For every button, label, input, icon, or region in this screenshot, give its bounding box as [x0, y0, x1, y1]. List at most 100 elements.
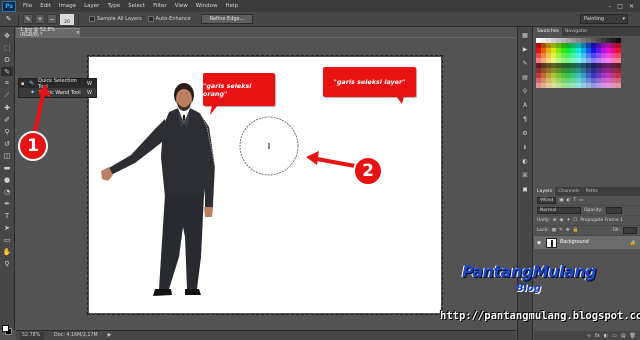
blend-mode-select[interactable]: Normal: [537, 207, 581, 214]
clone-source-panel-icon[interactable]: ⚲: [520, 87, 530, 96]
zoom-level-field[interactable]: 52.78%: [20, 331, 44, 340]
layer-row-background[interactable]: ◉ Background 🔒: [534, 236, 640, 249]
opacity-field[interactable]: [605, 207, 622, 214]
dodge-tool-icon[interactable]: ◔: [1, 187, 13, 196]
checkbox-box[interactable]: [147, 16, 154, 22]
filter-pixel-icon[interactable]: ▣: [559, 198, 563, 203]
paragraph-panel-icon[interactable]: ¶: [520, 115, 530, 124]
rectangle-tool-icon[interactable]: ▭: [1, 235, 13, 244]
new-layer-icon[interactable]: ▤: [621, 333, 626, 339]
history-panel-icon[interactable]: ▦: [520, 31, 530, 40]
zoom-tool-icon[interactable]: ⚲: [1, 259, 13, 268]
menu-layer[interactable]: Layer: [80, 3, 103, 9]
foreground-color-swatch[interactable]: [2, 325, 9, 332]
filter-shape-icon[interactable]: ▭: [579, 198, 583, 203]
crop-tool-icon[interactable]: ⌗: [1, 79, 13, 88]
new-selection-icon[interactable]: ✎: [23, 14, 33, 24]
unify-visibility-icon[interactable]: ◉: [560, 218, 564, 223]
document-tab[interactable]: 1.jpg @ 52,8% (RGB/8) * ×: [16, 28, 80, 38]
lock-position-icon[interactable]: ✥: [566, 228, 570, 233]
menu-edit[interactable]: Edit: [36, 3, 55, 9]
quick-selection-tool-option[interactable]: ▪ ✎ Quick Selection Tool W: [19, 78, 96, 90]
path-selection-tool-icon[interactable]: ➤: [1, 223, 13, 232]
eyedropper-tool-icon[interactable]: ⟋: [1, 91, 13, 100]
auto-enhance-label: Auto-Enhance: [155, 16, 191, 22]
divider: [78, 13, 79, 25]
subtract-from-selection-icon[interactable]: −: [47, 14, 57, 24]
filter-adjustment-icon[interactable]: ◐: [566, 198, 570, 203]
link-layers-icon[interactable]: ∞: [587, 333, 591, 339]
history-brush-tool-icon[interactable]: ↺: [1, 139, 13, 148]
menu-file[interactable]: File: [19, 3, 36, 9]
delete-layer-icon[interactable]: 🗑: [630, 333, 636, 339]
close-tab-icon[interactable]: ×: [76, 31, 80, 36]
menu-select[interactable]: Select: [124, 3, 149, 9]
menu-help[interactable]: Help: [221, 3, 242, 9]
brush-presets-panel-icon[interactable]: ▤: [520, 73, 530, 82]
magic-wand-tool-option[interactable]: ✦ Magic Wand Tool W: [19, 88, 96, 97]
info-panel-icon[interactable]: ⌘: [520, 171, 530, 180]
styles-panel-icon[interactable]: ◼: [520, 185, 530, 194]
unify-position-icon[interactable]: ⊕: [553, 218, 557, 223]
menu-filter[interactable]: Filter: [149, 3, 171, 9]
actions-panel-icon[interactable]: ▶: [520, 45, 530, 54]
status-menu-arrow-icon[interactable]: ▶: [108, 333, 112, 338]
sample-all-layers-checkbox[interactable]: Sample All Layers: [89, 16, 142, 22]
pen-tool-icon[interactable]: ✒: [1, 199, 13, 208]
tab-swatches[interactable]: Swatches: [534, 27, 562, 36]
quick-selection-tool-preset-icon[interactable]: ✎: [3, 14, 14, 24]
options-bar: ✎ ✎ + − 20 Sample All Layers Auto-Enhanc…: [0, 12, 640, 27]
maximize-button[interactable]: □: [617, 3, 623, 10]
menu-window[interactable]: Window: [192, 3, 222, 9]
clone-stamp-tool-icon[interactable]: ⚲: [1, 127, 13, 136]
brush-tool-icon[interactable]: ✐: [1, 115, 13, 124]
layer-style-icon[interactable]: fx: [595, 333, 600, 339]
brush-panel-icon[interactable]: ✎: [520, 59, 530, 68]
eraser-tool-icon[interactable]: ◫: [1, 151, 13, 160]
checkbox-box[interactable]: [89, 16, 95, 22]
lock-all-icon[interactable]: 🔒: [573, 228, 579, 233]
workspace-dropdown[interactable]: Painting ▾: [580, 14, 628, 24]
add-to-selection-icon[interactable]: +: [35, 14, 45, 24]
filter-type-icon[interactable]: T: [573, 198, 576, 203]
menu-image[interactable]: Image: [55, 3, 80, 9]
callout-person-selection: "garis seleksi orang": [203, 73, 275, 106]
menu-type[interactable]: Type: [103, 3, 124, 9]
hand-tool-icon[interactable]: ✋: [1, 247, 13, 256]
marquee-tool-icon[interactable]: ⬚: [1, 43, 13, 52]
menu-view[interactable]: View: [171, 3, 192, 9]
healing-brush-tool-icon[interactable]: ✚: [1, 103, 13, 112]
tab-channels[interactable]: Channels: [555, 187, 582, 196]
move-tool-icon[interactable]: ✥: [1, 31, 13, 40]
quick-selection-tool-icon[interactable]: ✎: [1, 67, 13, 76]
tab-layers[interactable]: Layers: [534, 187, 556, 196]
tab-paths[interactable]: Paths: [582, 187, 601, 196]
eye-icon[interactable]: ◉: [537, 240, 543, 246]
character-panel-icon[interactable]: A: [520, 101, 530, 110]
lasso-tool-icon[interactable]: ʘ: [1, 55, 13, 64]
refine-edge-button[interactable]: Refine Edge...: [200, 14, 254, 24]
unify-style-icon[interactable]: ✦: [566, 218, 570, 223]
fill-field[interactable]: [623, 227, 637, 234]
sample-all-layers-label: Sample All Layers: [97, 16, 142, 22]
tool-presets-panel-icon[interactable]: ⚙: [520, 129, 530, 138]
minimize-button[interactable]: –: [608, 3, 611, 10]
blur-tool-icon[interactable]: ●: [1, 175, 13, 184]
brush-size-picker[interactable]: 20: [60, 13, 74, 25]
gradient-tool-icon[interactable]: ▬: [1, 163, 13, 172]
tab-navigator[interactable]: Navigator: [562, 27, 590, 36]
lock-pixels-icon[interactable]: ✎: [559, 228, 563, 233]
close-button[interactable]: ✕: [629, 3, 634, 10]
quick-selection-icon: ✎: [29, 80, 35, 87]
type-tool-icon[interactable]: T: [1, 211, 13, 220]
adjustment-layer-icon[interactable]: ◐: [604, 333, 608, 339]
layer-kind-filter[interactable]: ⚲ Kind: [537, 197, 557, 204]
color-swatch[interactable]: [616, 83, 621, 88]
propagate-frame-checkbox[interactable]: ☐: [573, 218, 577, 223]
lock-transparency-icon[interactable]: ▩: [552, 228, 556, 233]
auto-enhance-checkbox[interactable]: Auto-Enhance: [147, 16, 191, 22]
layer-mask-icon[interactable]: ▭: [612, 333, 617, 339]
properties-panel-icon[interactable]: ℹ: [520, 143, 530, 152]
adjustments-panel-icon[interactable]: ◐: [520, 157, 530, 166]
opacity-label: Opacity:: [584, 208, 603, 213]
